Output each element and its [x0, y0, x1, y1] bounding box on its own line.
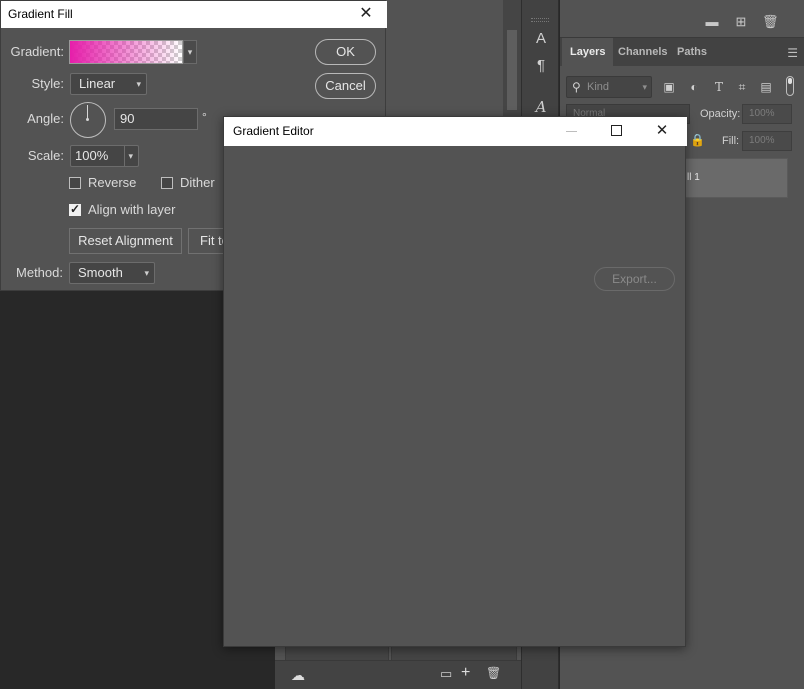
- glyph-icon[interactable]: A: [529, 96, 553, 118]
- strip-grip[interactable]: [531, 18, 549, 22]
- scale-value: 100%: [75, 148, 109, 163]
- reset-alignment-button[interactable]: Reset Alignment: [69, 228, 182, 254]
- fill-label: Fill:: [722, 135, 740, 147]
- gradient-editor-window: Gradient Editor ✕ Export...: [223, 116, 687, 647]
- layers-tabs: Layers Channels Paths ☰: [560, 38, 804, 66]
- style-value: Linear: [79, 76, 116, 91]
- angle-input[interactable]: 90: [114, 108, 198, 130]
- kind-label: Kind: [587, 81, 610, 93]
- tab-layers[interactable]: Layers: [562, 38, 614, 66]
- scrollbar-thumb[interactable]: [507, 30, 517, 110]
- scale-input[interactable]: 100% ▾: [70, 145, 139, 167]
- char-style-icon[interactable]: A: [529, 28, 553, 50]
- gradient-fill-title: Gradient Fill: [1, 1, 387, 28]
- gradient-swatch[interactable]: [69, 40, 183, 64]
- align-with-layer-checkbox[interactable]: [69, 202, 81, 216]
- folder-icon[interactable]: ▬: [704, 14, 720, 30]
- angle-label: Angle:: [27, 111, 64, 126]
- fill-value: 100%: [749, 135, 775, 146]
- panel-menu-icon[interactable]: ☰: [787, 46, 798, 60]
- gradient-editor-title: Gradient Editor ✕: [224, 117, 687, 146]
- type-filter-icon[interactable]: T: [710, 78, 728, 96]
- image-filter-icon[interactable]: ▣: [660, 78, 678, 96]
- chevron-down-icon: ▾: [144, 268, 149, 278]
- cancel-button[interactable]: Cancel: [315, 73, 376, 99]
- export-button[interactable]: Export...: [594, 267, 675, 291]
- method-select[interactable]: Smooth ▾: [69, 262, 155, 284]
- layers-top-bar: ▬ ⊞ 🗑: [560, 0, 804, 38]
- scale-label: Scale:: [27, 148, 64, 163]
- paragraph-style-icon[interactable]: ¶: [529, 55, 553, 77]
- tab-paths[interactable]: Paths: [669, 38, 715, 66]
- minimize-icon[interactable]: [560, 121, 582, 141]
- chevron-down-icon: ▾: [124, 146, 133, 166]
- opacity-label: Opacity:: [700, 108, 741, 120]
- reverse-label: Reverse: [88, 175, 137, 190]
- maximize-icon[interactable]: [605, 121, 627, 141]
- adjustment-filter-icon[interactable]: ◐: [685, 78, 703, 96]
- close-icon[interactable]: ✕: [357, 5, 375, 23]
- close-icon[interactable]: ✕: [651, 121, 673, 141]
- layer-row[interactable]: ll 1: [678, 158, 788, 198]
- style-label: Style:: [31, 76, 64, 91]
- cloud-icon[interactable]: ☁: [291, 667, 305, 684]
- gradient-editor-title-text: Gradient Editor: [233, 124, 314, 138]
- chevron-down-icon[interactable]: ▾: [183, 40, 197, 64]
- background-panel-footer: ☁ ▭ + 🗑: [275, 660, 521, 689]
- opacity-input[interactable]: 100%▾: [742, 104, 792, 124]
- trash-icon[interactable]: 🗑: [762, 14, 779, 30]
- layer-filter-row: ⚲ Kind ▾ ▣ ◐ T ⌗ ▤: [566, 76, 800, 98]
- lock-icon[interactable]: 🔒: [690, 133, 705, 147]
- layer-name: ll 1: [687, 172, 700, 183]
- opacity-value: 100%: [749, 108, 775, 119]
- dither-checkbox[interactable]: [161, 177, 173, 189]
- dither-label: Dither: [180, 175, 215, 190]
- style-select[interactable]: Linear ▾: [70, 73, 147, 95]
- search-icon: ⚲: [572, 80, 581, 94]
- angle-dial[interactable]: [70, 102, 106, 138]
- method-label: Method:: [16, 265, 63, 280]
- folder-icon[interactable]: ▭: [440, 666, 452, 682]
- kind-filter[interactable]: ⚲ Kind ▾: [566, 76, 652, 98]
- trash-icon[interactable]: 🗑: [486, 666, 501, 680]
- filter-toggle[interactable]: [786, 76, 794, 96]
- smart-object-filter-icon[interactable]: ▤: [757, 78, 775, 96]
- tab-channels[interactable]: Channels: [610, 38, 676, 66]
- degree-symbol: °: [202, 110, 207, 124]
- gradient-label: Gradient:: [10, 44, 64, 59]
- background-scrollbar[interactable]: [503, 0, 521, 120]
- fill-input[interactable]: 100%▾: [742, 131, 792, 151]
- ok-button[interactable]: OK: [315, 39, 376, 65]
- align-with-layer-label: Align with layer: [88, 202, 176, 217]
- reverse-checkbox[interactable]: [69, 177, 81, 189]
- chevron-down-icon: ▾: [642, 82, 647, 92]
- shape-filter-icon[interactable]: ⌗: [733, 78, 751, 96]
- add-icon[interactable]: +: [461, 664, 470, 682]
- method-value: Smooth: [78, 265, 123, 280]
- chevron-down-icon: ▾: [136, 79, 141, 89]
- new-item-icon[interactable]: ⊞: [733, 14, 749, 30]
